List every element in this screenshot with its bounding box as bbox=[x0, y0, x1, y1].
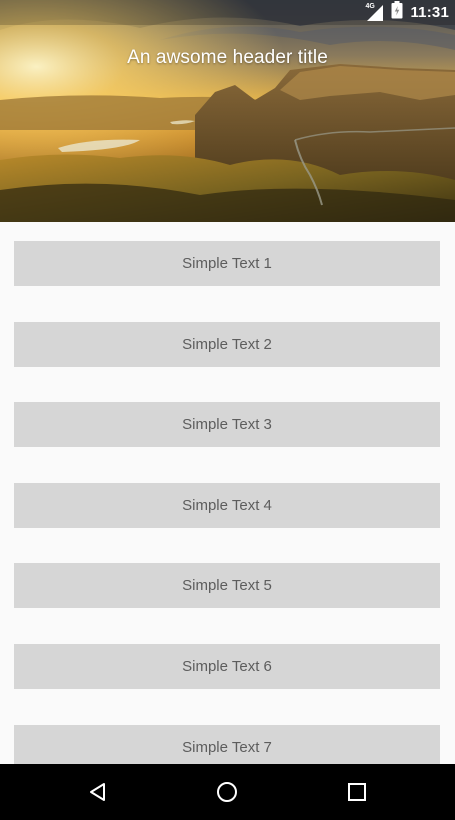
collapsing-header: An awsome header title bbox=[0, 0, 455, 222]
recents-button[interactable] bbox=[343, 778, 371, 806]
status-icons: 4G 11:31 bbox=[364, 1, 449, 24]
back-button[interactable] bbox=[84, 778, 112, 806]
list-item[interactable]: Simple Text 5 bbox=[14, 563, 440, 609]
list-item-label: Simple Text 1 bbox=[182, 255, 272, 272]
battery-icon bbox=[391, 1, 403, 24]
recents-square-icon bbox=[348, 783, 366, 801]
content-list: Simple Text 1 Simple Text 2 Simple Text … bbox=[14, 241, 440, 805]
home-button[interactable] bbox=[213, 778, 241, 806]
list-item-label: Simple Text 3 bbox=[182, 416, 272, 434]
network-type-label: 4G bbox=[365, 2, 375, 10]
list-item[interactable]: Simple Text 7 bbox=[14, 724, 440, 770]
back-triangle-icon bbox=[90, 783, 105, 801]
list-item-label: Simple Text 7 bbox=[182, 738, 272, 756]
header-title: An awsome header title bbox=[127, 47, 328, 68]
list-item[interactable]: Simple Text 1 bbox=[14, 241, 440, 286]
navigation-bar bbox=[0, 764, 455, 820]
list-item[interactable]: Simple Text 2 bbox=[14, 321, 440, 367]
list-item[interactable]: Simple Text 3 bbox=[14, 402, 440, 448]
status-bar: 4G 11:31 bbox=[0, 0, 455, 25]
header-landscape-image bbox=[0, 0, 455, 222]
status-time: 11:31 bbox=[410, 4, 449, 21]
list-item-label: Simple Text 4 bbox=[182, 496, 272, 514]
app-screen: An awsome header title 4G 11:31 Simple T… bbox=[0, 0, 455, 820]
cell-signal-icon: 4G bbox=[364, 2, 384, 22]
list-item-label: Simple Text 2 bbox=[182, 335, 272, 353]
home-circle-icon bbox=[217, 782, 237, 802]
list-item[interactable]: Simple Text 6 bbox=[14, 643, 440, 689]
list-item[interactable]: Simple Text 4 bbox=[14, 482, 440, 528]
list-item-label: Simple Text 5 bbox=[182, 577, 272, 595]
list-item-label: Simple Text 6 bbox=[182, 657, 272, 675]
